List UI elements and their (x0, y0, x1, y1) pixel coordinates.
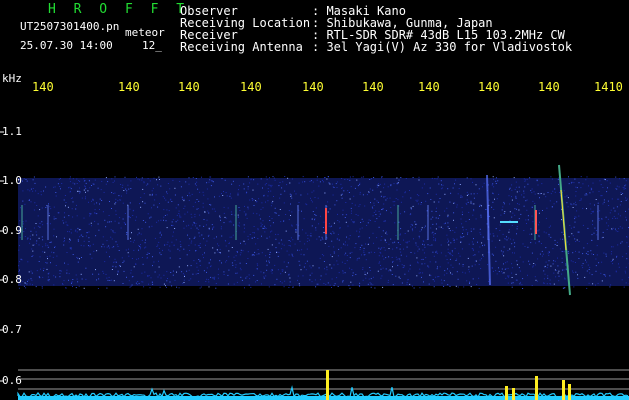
mode-label: meteor (125, 26, 165, 39)
freq-tick-label: 140 (538, 80, 560, 94)
freq-tick-label: 140 (118, 80, 140, 94)
y-tick-label: 0.8 (2, 273, 22, 286)
freq-tick-label: 140 (362, 80, 384, 94)
app-title: H R O F F T (48, 2, 190, 17)
file-name: UT2507301400.pn (20, 20, 120, 33)
antenna-value: : 3el Yagi(V) Az 330 for Vladivostok (312, 40, 573, 54)
level-peak (505, 386, 508, 400)
spectrogram-plot (0, 131, 629, 400)
level-peak (568, 384, 571, 400)
y-tick-label: 0.7 (2, 323, 22, 336)
freq-tick-label: 140 (240, 80, 262, 94)
freq-tick-label: 140 (418, 80, 440, 94)
spectrogram-screen: H R O F F T UT2507301400.pn meteor 25.07… (0, 0, 629, 400)
date-time: 25.07.30 14:00 (20, 39, 113, 52)
level-peak (512, 388, 515, 400)
freq-tick-label: 140 (178, 80, 200, 94)
count-label: 12_ (142, 39, 162, 52)
meteor-echo (535, 210, 537, 234)
y-tick-label: 1.1 (2, 125, 22, 138)
y-tick-label: 0.9 (2, 224, 22, 237)
level-peak (535, 376, 538, 400)
meteor-echo (325, 208, 327, 234)
y-tick-label: 1.0 (2, 174, 22, 187)
freq-tick-label: 140 (302, 80, 324, 94)
freq-tick-label: 140 (32, 80, 54, 94)
antenna-label: Receiving Antenna (180, 40, 303, 54)
freq-tick-label: 140 (478, 80, 500, 94)
freq-tick-label: 1410 (594, 80, 623, 94)
y-axis-unit: kHz (2, 72, 22, 85)
level-peak (326, 370, 329, 400)
level-peak (562, 380, 565, 400)
y-tick-label: 0.6 (2, 374, 22, 387)
